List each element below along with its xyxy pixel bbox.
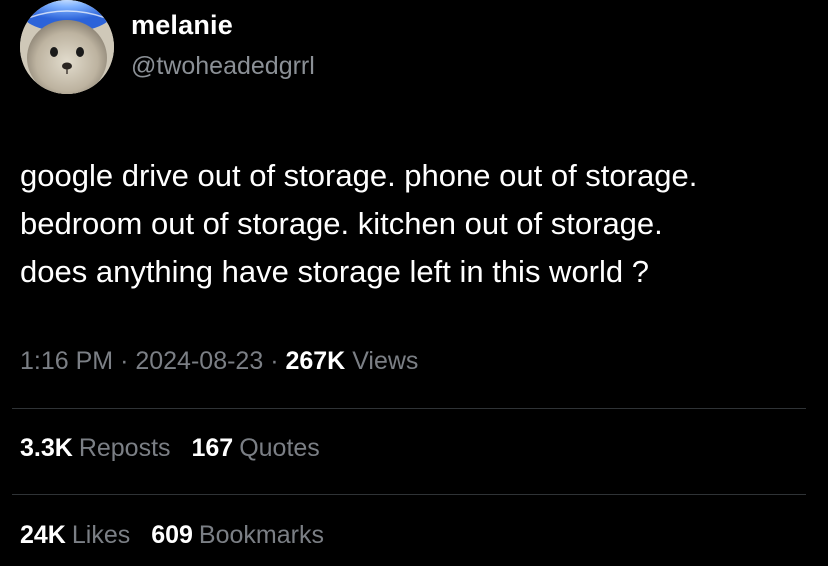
likes-stat[interactable]: 24K Likes	[20, 521, 130, 549]
author-display-name[interactable]: melanie	[131, 10, 233, 41]
tweet-detail: melanie @twoheadedgrrl google drive out …	[0, 0, 828, 566]
quotes-count: 167	[191, 434, 234, 462]
author-handle[interactable]: @twoheadedgrrl	[131, 52, 315, 81]
avatar[interactable]	[20, 0, 114, 94]
tweet-time[interactable]: 1:16 PM	[20, 347, 113, 375]
tweet-meta: 1:16 PM · 2024-08-23 · 267K Views	[20, 347, 418, 376]
likes-label: Likes	[71, 521, 131, 549]
meta-separator: ·	[270, 347, 279, 375]
meta-separator: ·	[120, 347, 129, 375]
reposts-stat[interactable]: 3.3K Reposts	[20, 434, 171, 462]
bookmarks-stat[interactable]: 609 Bookmarks	[151, 521, 324, 549]
quotes-label: Quotes	[239, 434, 320, 462]
bookmarks-label: Bookmarks	[198, 521, 324, 549]
bookmarks-count: 609	[151, 521, 193, 549]
quotes-stat[interactable]: 167 Quotes	[191, 434, 319, 462]
reposts-count: 3.3K	[20, 434, 73, 462]
divider	[12, 494, 806, 495]
tweet-text: google drive out of storage. phone out o…	[20, 158, 698, 289]
engagement-stats-row: 24K Likes 609 Bookmarks	[20, 521, 338, 550]
divider	[12, 408, 806, 409]
views-count: 267K	[285, 347, 346, 375]
likes-count: 24K	[20, 521, 66, 549]
tweet-date[interactable]: 2024-08-23	[135, 347, 263, 375]
views-label: Views	[352, 347, 419, 375]
reposts-label: Reposts	[78, 434, 171, 462]
seal-pup-avatar-icon	[20, 0, 114, 94]
engagement-stats-row: 3.3K Reposts 167 Quotes	[20, 434, 334, 463]
